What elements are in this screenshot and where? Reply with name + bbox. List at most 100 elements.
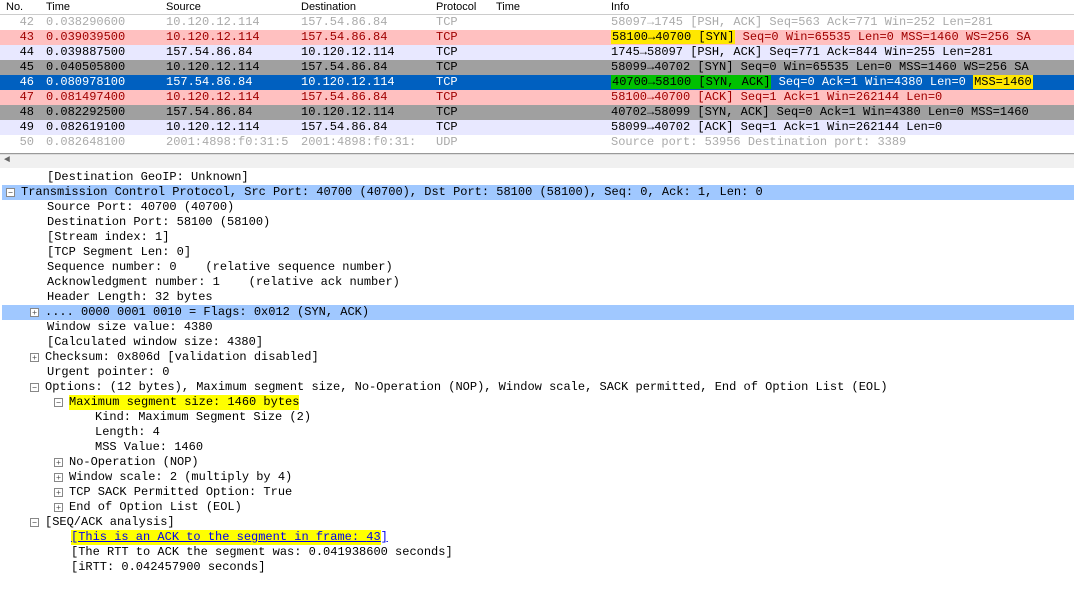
cell: 49 — [0, 120, 40, 135]
expand-icon[interactable]: + — [54, 458, 63, 467]
col-header-protocol[interactable]: Protocol — [430, 0, 490, 15]
tree-mss-length[interactable]: Length: 4 — [2, 425, 1074, 440]
table-row[interactable]: 470.08149740010.120.12.114157.54.86.84TC… — [0, 90, 1074, 105]
tree-seq-ack-analysis[interactable]: −[SEQ/ACK analysis] — [2, 515, 1074, 530]
table-row[interactable]: 490.08261910010.120.12.114157.54.86.84TC… — [0, 120, 1074, 135]
cell: 0.038290600 — [40, 15, 160, 31]
cell: TCP — [430, 15, 490, 31]
col-header-no[interactable]: No. — [0, 0, 40, 15]
cell-info: 58100→40700 [ACK] Seq=1 Ack=1 Win=262144… — [605, 90, 1074, 105]
cell: 157.54.86.84 — [160, 105, 295, 120]
cell-info: 58097→1745 [PSH, ACK] Seq=563 Ack=771 Wi… — [605, 15, 1074, 31]
cell: 157.54.86.84 — [295, 60, 430, 75]
cell: 42 — [0, 15, 40, 31]
expand-icon[interactable]: + — [54, 488, 63, 497]
cell-info: 58099→40702 [SYN] Seq=0 Win=65535 Len=0 … — [605, 60, 1074, 75]
cell: TCP — [430, 105, 490, 120]
cell — [490, 105, 605, 120]
cell: TCP — [430, 60, 490, 75]
tree-nop[interactable]: +No-Operation (NOP) — [2, 455, 1074, 470]
cell: 10.120.12.114 — [160, 15, 295, 31]
cell: 2001:4898:f0:31:5 — [160, 135, 295, 150]
tree-window-scale[interactable]: +Window scale: 2 (multiply by 4) — [2, 470, 1074, 485]
tree-stream-index[interactable]: [Stream index: 1] — [2, 230, 1074, 245]
cell: 157.54.86.84 — [160, 75, 295, 90]
cell: 157.54.86.84 — [160, 45, 295, 60]
tree-dest-port[interactable]: Destination Port: 58100 (58100) — [2, 215, 1074, 230]
tree-flags[interactable]: +.... 0000 0001 0010 = Flags: 0x012 (SYN… — [2, 305, 1074, 320]
tree-sack-permitted[interactable]: +TCP SACK Permitted Option: True — [2, 485, 1074, 500]
cell: 44 — [0, 45, 40, 60]
cell — [490, 15, 605, 31]
cell — [490, 75, 605, 90]
scroll-left-icon[interactable]: ◄ — [4, 155, 10, 166]
expand-icon[interactable]: + — [30, 308, 39, 317]
tree-tcp-header[interactable]: −Transmission Control Protocol, Src Port… — [2, 185, 1074, 200]
tree-eol[interactable]: +End of Option List (EOL) — [2, 500, 1074, 515]
table-row[interactable]: 420.03829060010.120.12.114157.54.86.84TC… — [0, 15, 1074, 31]
cell: 157.54.86.84 — [295, 90, 430, 105]
cell: 0.039039500 — [40, 30, 160, 45]
packet-details-pane[interactable]: [Destination GeoIP: Unknown] −Transmissi… — [0, 168, 1074, 606]
tree-source-port[interactable]: Source Port: 40700 (40700) — [2, 200, 1074, 215]
cell — [490, 60, 605, 75]
cell: 43 — [0, 30, 40, 45]
table-row[interactable]: 430.03903950010.120.12.114157.54.86.84TC… — [0, 30, 1074, 45]
tree-rtt[interactable]: [The RTT to ACK the segment was: 0.04193… — [2, 545, 1074, 560]
cell: TCP — [430, 120, 490, 135]
tree-ack-number[interactable]: Acknowledgment number: 1 (relative ack n… — [2, 275, 1074, 290]
cell — [490, 45, 605, 60]
cell: 157.54.86.84 — [295, 30, 430, 45]
tree-seq-number[interactable]: Sequence number: 0 (relative sequence nu… — [2, 260, 1074, 275]
cell: TCP — [430, 45, 490, 60]
cell: 0.081497400 — [40, 90, 160, 105]
col-header-time2[interactable]: Time — [490, 0, 605, 15]
cell — [490, 90, 605, 105]
cell: 50 — [0, 135, 40, 150]
collapse-icon[interactable]: − — [30, 383, 39, 392]
tree-segment-len[interactable]: [TCP Segment Len: 0] — [2, 245, 1074, 260]
table-row[interactable]: 450.04050580010.120.12.114157.54.86.84TC… — [0, 60, 1074, 75]
collapse-icon[interactable]: − — [6, 188, 15, 197]
cell: 10.120.12.114 — [160, 90, 295, 105]
tree-ack-to-segment[interactable]: [This is an ACK to the segment in frame:… — [2, 530, 1074, 545]
cell: UDP — [430, 135, 490, 150]
cell: 0.080978100 — [40, 75, 160, 90]
tree-mss-kind[interactable]: Kind: Maximum Segment Size (2) — [2, 410, 1074, 425]
expand-icon[interactable]: + — [30, 353, 39, 362]
packet-table-header[interactable]: No. Time Source Destination Protocol Tim… — [0, 0, 1074, 15]
table-row[interactable]: 440.039887500157.54.86.8410.120.12.114TC… — [0, 45, 1074, 60]
tree-header-length[interactable]: Header Length: 32 bytes — [2, 290, 1074, 305]
cell: TCP — [430, 30, 490, 45]
cell — [490, 120, 605, 135]
packet-table[interactable]: No. Time Source Destination Protocol Tim… — [0, 0, 1074, 150]
tree-checksum[interactable]: +Checksum: 0x806d [validation disabled] — [2, 350, 1074, 365]
collapse-icon[interactable]: − — [54, 398, 63, 407]
tree-window-size[interactable]: Window size value: 4380 — [2, 320, 1074, 335]
tree-dest-geoip[interactable]: [Destination GeoIP: Unknown] — [2, 170, 1074, 185]
expand-icon[interactable]: + — [54, 473, 63, 482]
col-header-destination[interactable]: Destination — [295, 0, 430, 15]
cell: 47 — [0, 90, 40, 105]
table-row[interactable]: 480.082292500157.54.86.8410.120.12.114TC… — [0, 105, 1074, 120]
cell: 10.120.12.114 — [160, 30, 295, 45]
table-row[interactable]: 460.080978100157.54.86.8410.120.12.114TC… — [0, 75, 1074, 90]
cell: 2001:4898:f0:31: — [295, 135, 430, 150]
tree-options[interactable]: −Options: (12 bytes), Maximum segment si… — [2, 380, 1074, 395]
col-header-time[interactable]: Time — [40, 0, 160, 15]
table-row[interactable]: 500.0826481002001:4898:f0:31:52001:4898:… — [0, 135, 1074, 150]
tree-irtt[interactable]: [iRTT: 0.042457900 seconds] — [2, 560, 1074, 575]
horizontal-scrollbar[interactable]: ◄ — [0, 154, 1074, 168]
cell-info: 58099→40702 [ACK] Seq=1 Ack=1 Win=262144… — [605, 120, 1074, 135]
cell: 10.120.12.114 — [295, 75, 430, 90]
tree-mss[interactable]: −Maximum segment size: 1460 bytes — [2, 395, 1074, 410]
col-header-source[interactable]: Source — [160, 0, 295, 15]
col-header-info[interactable]: Info — [605, 0, 1074, 15]
cell: 0.040505800 — [40, 60, 160, 75]
tree-calc-window[interactable]: [Calculated window size: 4380] — [2, 335, 1074, 350]
tree-mss-value[interactable]: MSS Value: 1460 — [2, 440, 1074, 455]
expand-icon[interactable]: + — [54, 503, 63, 512]
collapse-icon[interactable]: − — [30, 518, 39, 527]
cell: 45 — [0, 60, 40, 75]
tree-urgent-pointer[interactable]: Urgent pointer: 0 — [2, 365, 1074, 380]
